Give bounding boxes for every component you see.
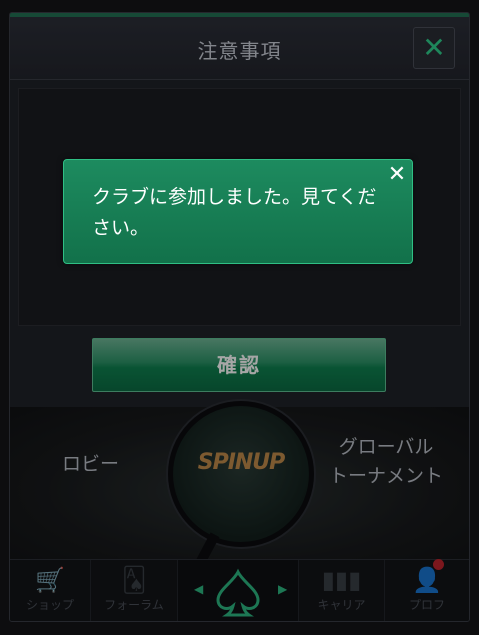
dim-overlay xyxy=(0,0,479,635)
close-icon: ✕ xyxy=(387,162,407,187)
toast-notification: クラブに参加しました。見てください。 ✕ xyxy=(63,159,413,264)
toast-close-button[interactable]: ✕ xyxy=(384,162,410,188)
toast-message: クラブに参加しました。見てください。 xyxy=(92,186,377,239)
